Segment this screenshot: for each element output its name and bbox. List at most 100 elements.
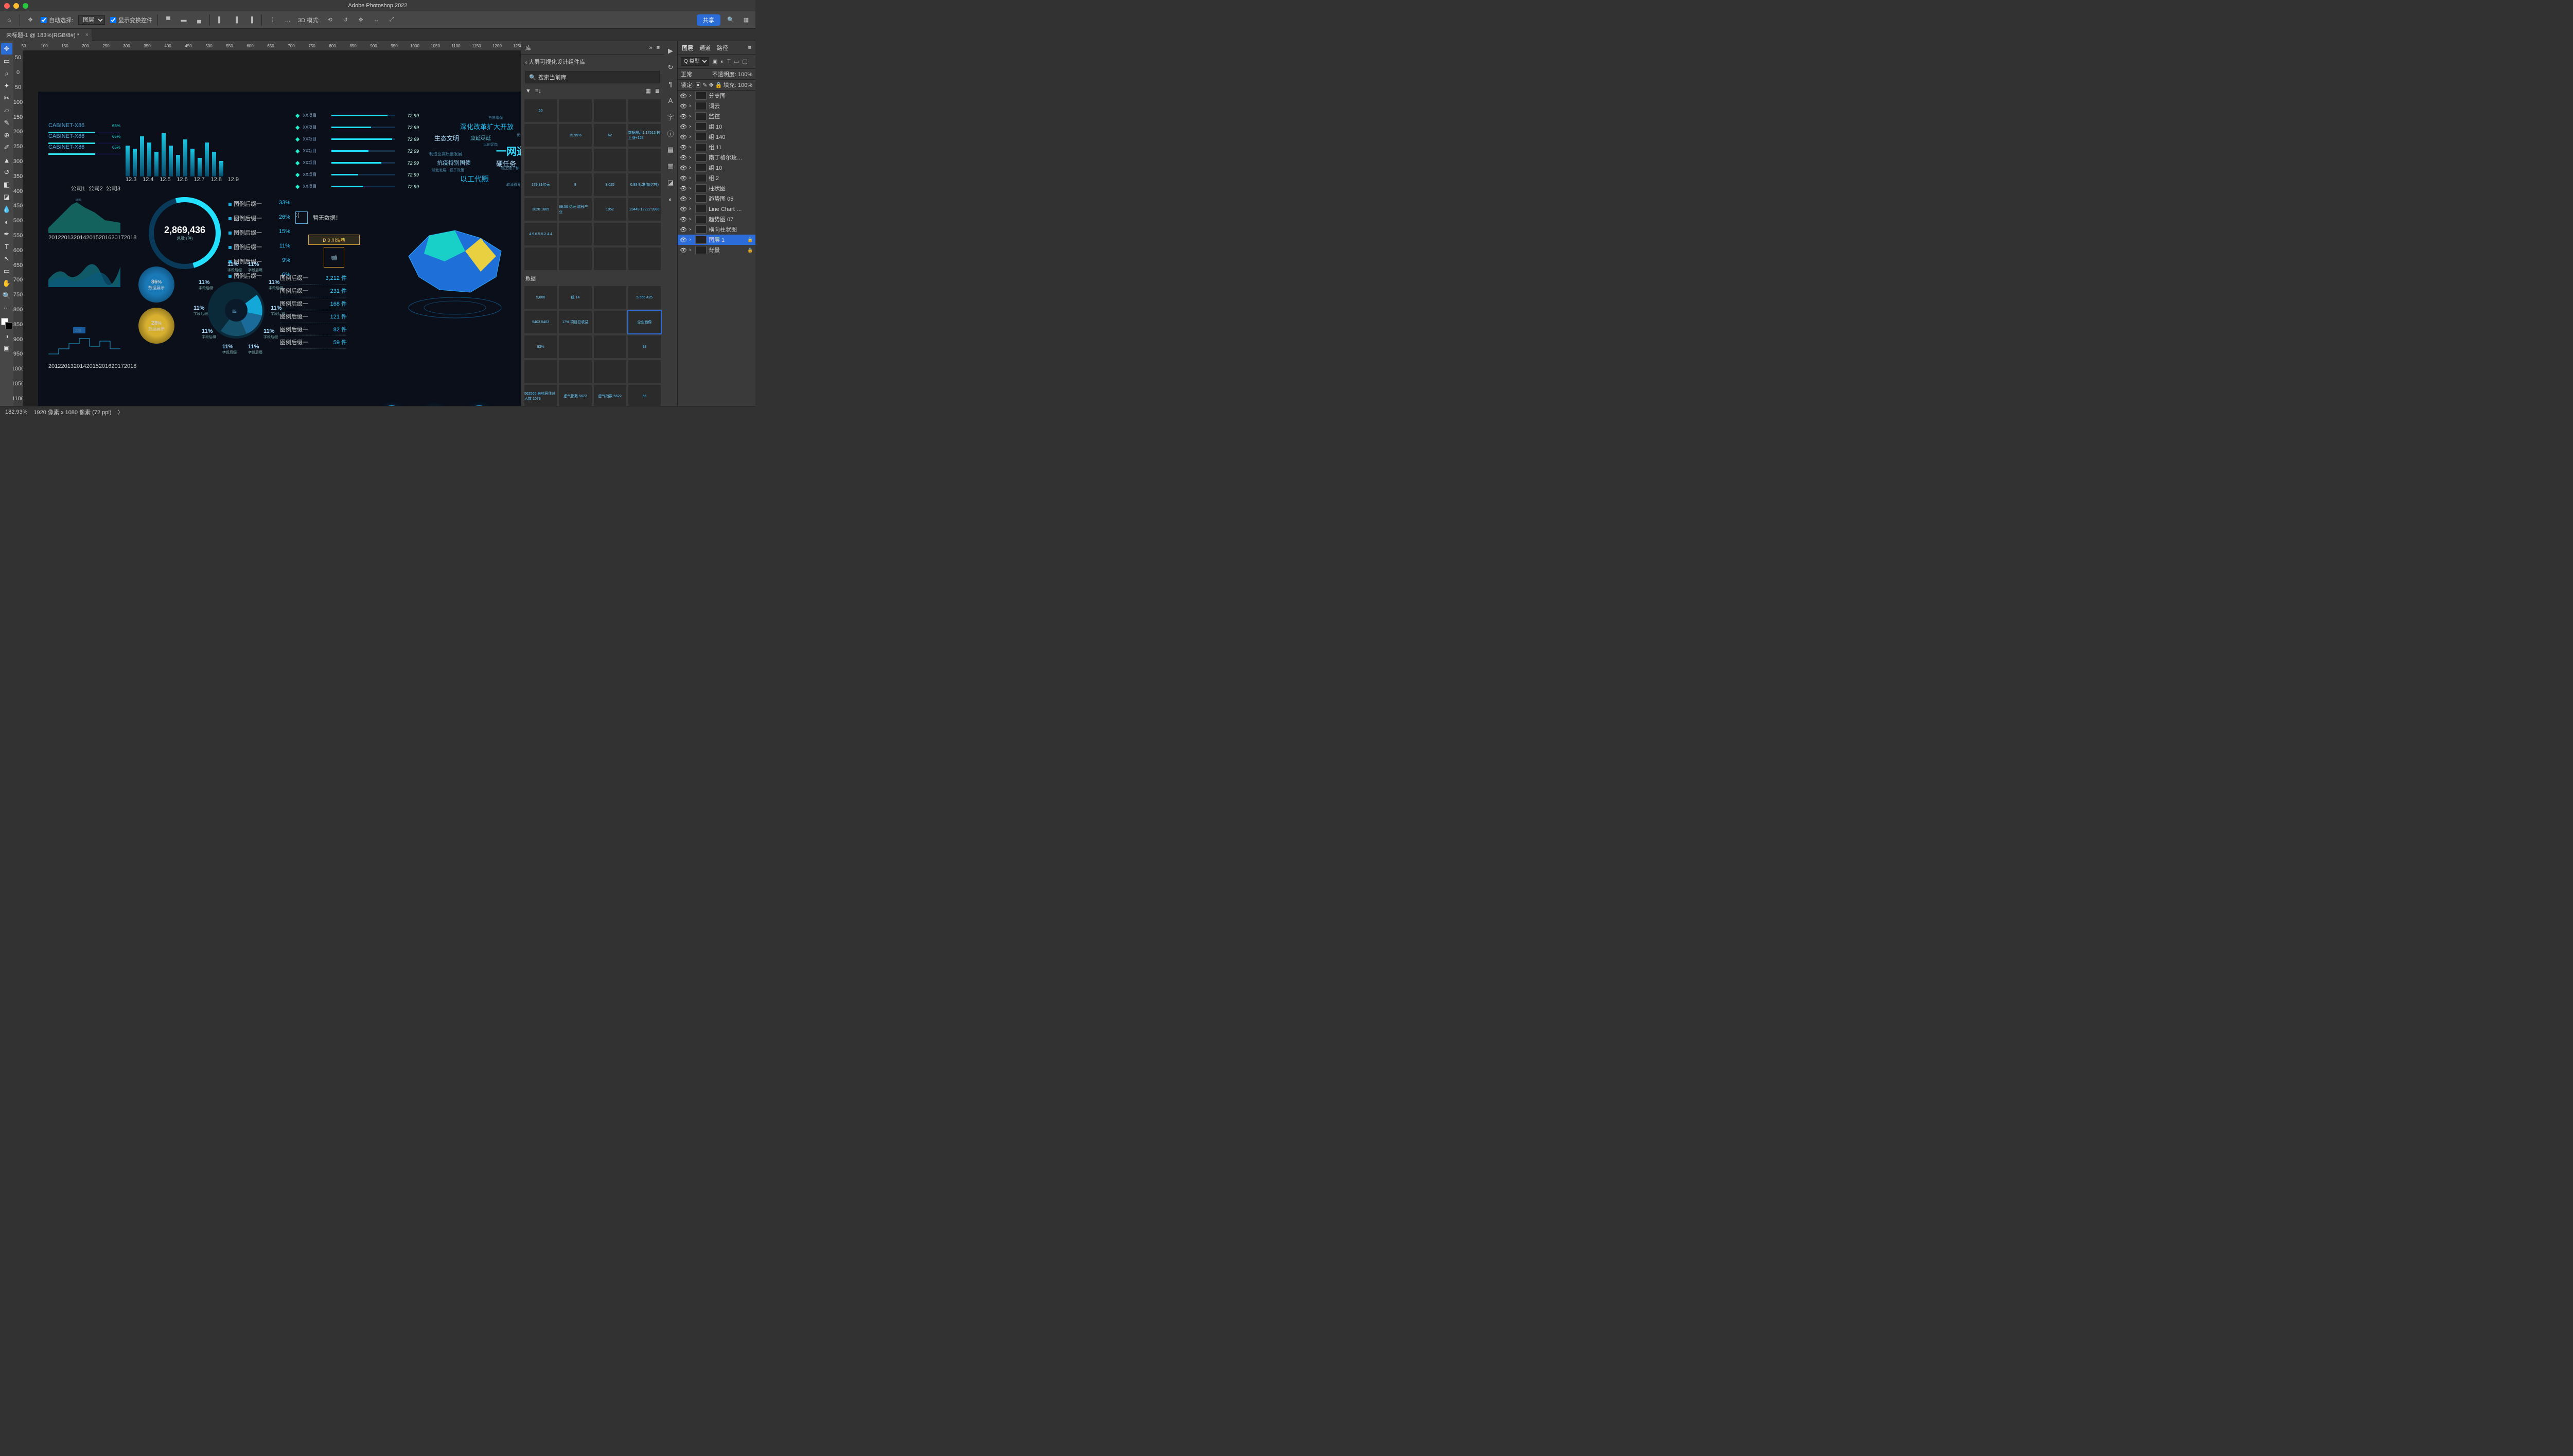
- layer-row[interactable]: 👁›组 10: [678, 163, 755, 173]
- move-tool-icon[interactable]: ✥: [25, 15, 36, 25]
- stamp-tool[interactable]: ▲: [1, 154, 12, 166]
- adjustments-icon[interactable]: ◐: [666, 194, 675, 204]
- brush-tool[interactable]: ✐: [1, 142, 12, 153]
- library-item[interactable]: 89.50 亿元 增长产业: [559, 198, 591, 221]
- type-tool[interactable]: T: [1, 241, 12, 252]
- visibility-icon[interactable]: 👁: [680, 185, 687, 192]
- visibility-icon[interactable]: 👁: [680, 154, 687, 161]
- gradient-tool[interactable]: ◪: [1, 191, 12, 203]
- align-hcenter-icon[interactable]: ▐: [231, 15, 241, 25]
- more-align-icon[interactable]: …: [283, 15, 293, 25]
- doc-tab[interactable]: 未标题-1 @ 183%(RGB/8#) * ×: [0, 29, 92, 41]
- library-item[interactable]: [559, 99, 591, 122]
- library-item[interactable]: [594, 335, 626, 358]
- layer-row[interactable]: 👁›趋势图 07: [678, 214, 755, 224]
- orbit-icon[interactable]: ⟲: [325, 15, 335, 25]
- visibility-icon[interactable]: 👁: [680, 226, 687, 233]
- visibility-icon[interactable]: 👁: [680, 134, 687, 140]
- layer-row[interactable]: 👁›横向柱状图: [678, 224, 755, 235]
- ruler-horizontal[interactable]: 5010015020025030035040045050055060065070…: [13, 41, 521, 50]
- library-item[interactable]: 4.9.6.5.5.2.4.4: [524, 223, 557, 245]
- heal-tool[interactable]: ⊕: [1, 130, 12, 141]
- filter-smart-icon[interactable]: ▢: [742, 58, 747, 65]
- grid-view-icon[interactable]: ▦: [645, 87, 650, 94]
- library-item[interactable]: 98: [628, 335, 661, 358]
- share-button[interactable]: 共享: [697, 14, 720, 26]
- library-item[interactable]: [594, 360, 626, 383]
- scale-icon[interactable]: ⤢: [386, 15, 397, 25]
- info-icon[interactable]: ⓘ: [666, 129, 675, 138]
- library-item[interactable]: [594, 286, 626, 309]
- pen-tool[interactable]: ✒: [1, 228, 12, 240]
- tab-paths[interactable]: 路径: [717, 44, 728, 52]
- canvas[interactable]: CABINET-X8665%CABINET-X8665%CABINET-X866…: [23, 50, 521, 406]
- library-item[interactable]: [524, 149, 557, 171]
- history-brush-tool[interactable]: ↺: [1, 167, 12, 178]
- library-item[interactable]: [594, 99, 626, 122]
- close-window[interactable]: [4, 3, 10, 9]
- filter-adjust-icon[interactable]: ◐: [720, 59, 724, 65]
- panel-collapse-icon[interactable]: »: [649, 45, 652, 51]
- library-item[interactable]: [524, 360, 557, 383]
- visibility-icon[interactable]: 👁: [680, 103, 687, 110]
- filter-type-icon[interactable]: T: [727, 59, 731, 65]
- paragraph-icon[interactable]: ¶: [666, 79, 675, 88]
- auto-select-checkbox[interactable]: 自动选择:: [41, 16, 73, 24]
- roll-icon[interactable]: ↺: [340, 15, 350, 25]
- blend-mode[interactable]: 正常: [681, 70, 692, 78]
- auto-select-mode[interactable]: 图层: [78, 15, 105, 25]
- type-icon[interactable]: A: [666, 96, 675, 105]
- lasso-tool[interactable]: ⌕: [1, 68, 12, 79]
- search-icon[interactable]: 🔍: [726, 15, 736, 25]
- ruler-vertical[interactable]: 5005010015020025030035040045050055060065…: [13, 50, 23, 406]
- library-item[interactable]: [559, 149, 591, 171]
- path-tool[interactable]: ↖: [1, 253, 12, 264]
- shape-tool[interactable]: ▭: [1, 265, 12, 277]
- glyphs-icon[interactable]: 字: [666, 112, 675, 121]
- library-item[interactable]: [559, 335, 591, 358]
- edit-toolbar[interactable]: ⋯: [1, 303, 12, 314]
- eraser-tool[interactable]: ◧: [1, 179, 12, 190]
- layer-row[interactable]: 👁›组 140: [678, 132, 755, 142]
- layer-row[interactable]: 👁›柱状图: [678, 183, 755, 193]
- layer-row[interactable]: 👁›分支图: [678, 91, 755, 101]
- layer-row[interactable]: 👁›组 11: [678, 142, 755, 152]
- align-bottom-icon[interactable]: ▄: [194, 15, 204, 25]
- visibility-icon[interactable]: 👁: [680, 175, 687, 182]
- library-item[interactable]: [594, 223, 626, 245]
- history-icon[interactable]: ↻: [666, 63, 675, 72]
- visibility-icon[interactable]: 👁: [680, 144, 687, 151]
- library-item[interactable]: 56: [628, 385, 661, 406]
- layer-row[interactable]: 👁›背景🔒: [678, 245, 755, 255]
- library-breadcrumb[interactable]: ‹ 大屏可视化设计组件库: [521, 55, 664, 69]
- minimize-window[interactable]: [13, 3, 19, 9]
- library-item[interactable]: [628, 247, 661, 270]
- distribute-icon[interactable]: ⋮: [267, 15, 277, 25]
- tab-layers[interactable]: 图层: [682, 44, 693, 52]
- layer-row[interactable]: 👁›组 10: [678, 121, 755, 132]
- sort-icon[interactable]: ≡↓: [535, 88, 541, 94]
- pan-icon[interactable]: ✥: [356, 15, 366, 25]
- library-item[interactable]: [559, 247, 591, 270]
- zoom-level[interactable]: 182.93%: [5, 409, 27, 415]
- swatches-icon[interactable]: ▦: [666, 162, 675, 171]
- library-item[interactable]: [628, 99, 661, 122]
- filter-pixel-icon[interactable]: ▣: [712, 58, 717, 65]
- marquee-tool[interactable]: ▭: [1, 56, 12, 67]
- library-item[interactable]: [628, 360, 661, 383]
- library-item[interactable]: 0.93 标准值(亿吨): [628, 173, 661, 196]
- library-item[interactable]: 3,025: [594, 173, 626, 196]
- hand-tool[interactable]: ✋: [1, 278, 12, 289]
- zoom-tool[interactable]: 🔍: [1, 290, 12, 301]
- zoom-window[interactable]: [23, 3, 28, 9]
- library-item[interactable]: 企业画像: [628, 311, 661, 333]
- filter-shape-icon[interactable]: ▭: [734, 58, 739, 65]
- visibility-icon[interactable]: 👁: [680, 113, 687, 120]
- align-right-icon[interactable]: ▐: [246, 15, 256, 25]
- library-item[interactable]: 56: [524, 99, 557, 122]
- library-item[interactable]: 1052: [594, 198, 626, 221]
- visibility-icon[interactable]: 👁: [680, 247, 687, 254]
- visibility-icon[interactable]: 👁: [680, 93, 687, 99]
- wand-tool[interactable]: ✦: [1, 80, 12, 92]
- workspace-icon[interactable]: ▦: [741, 15, 751, 25]
